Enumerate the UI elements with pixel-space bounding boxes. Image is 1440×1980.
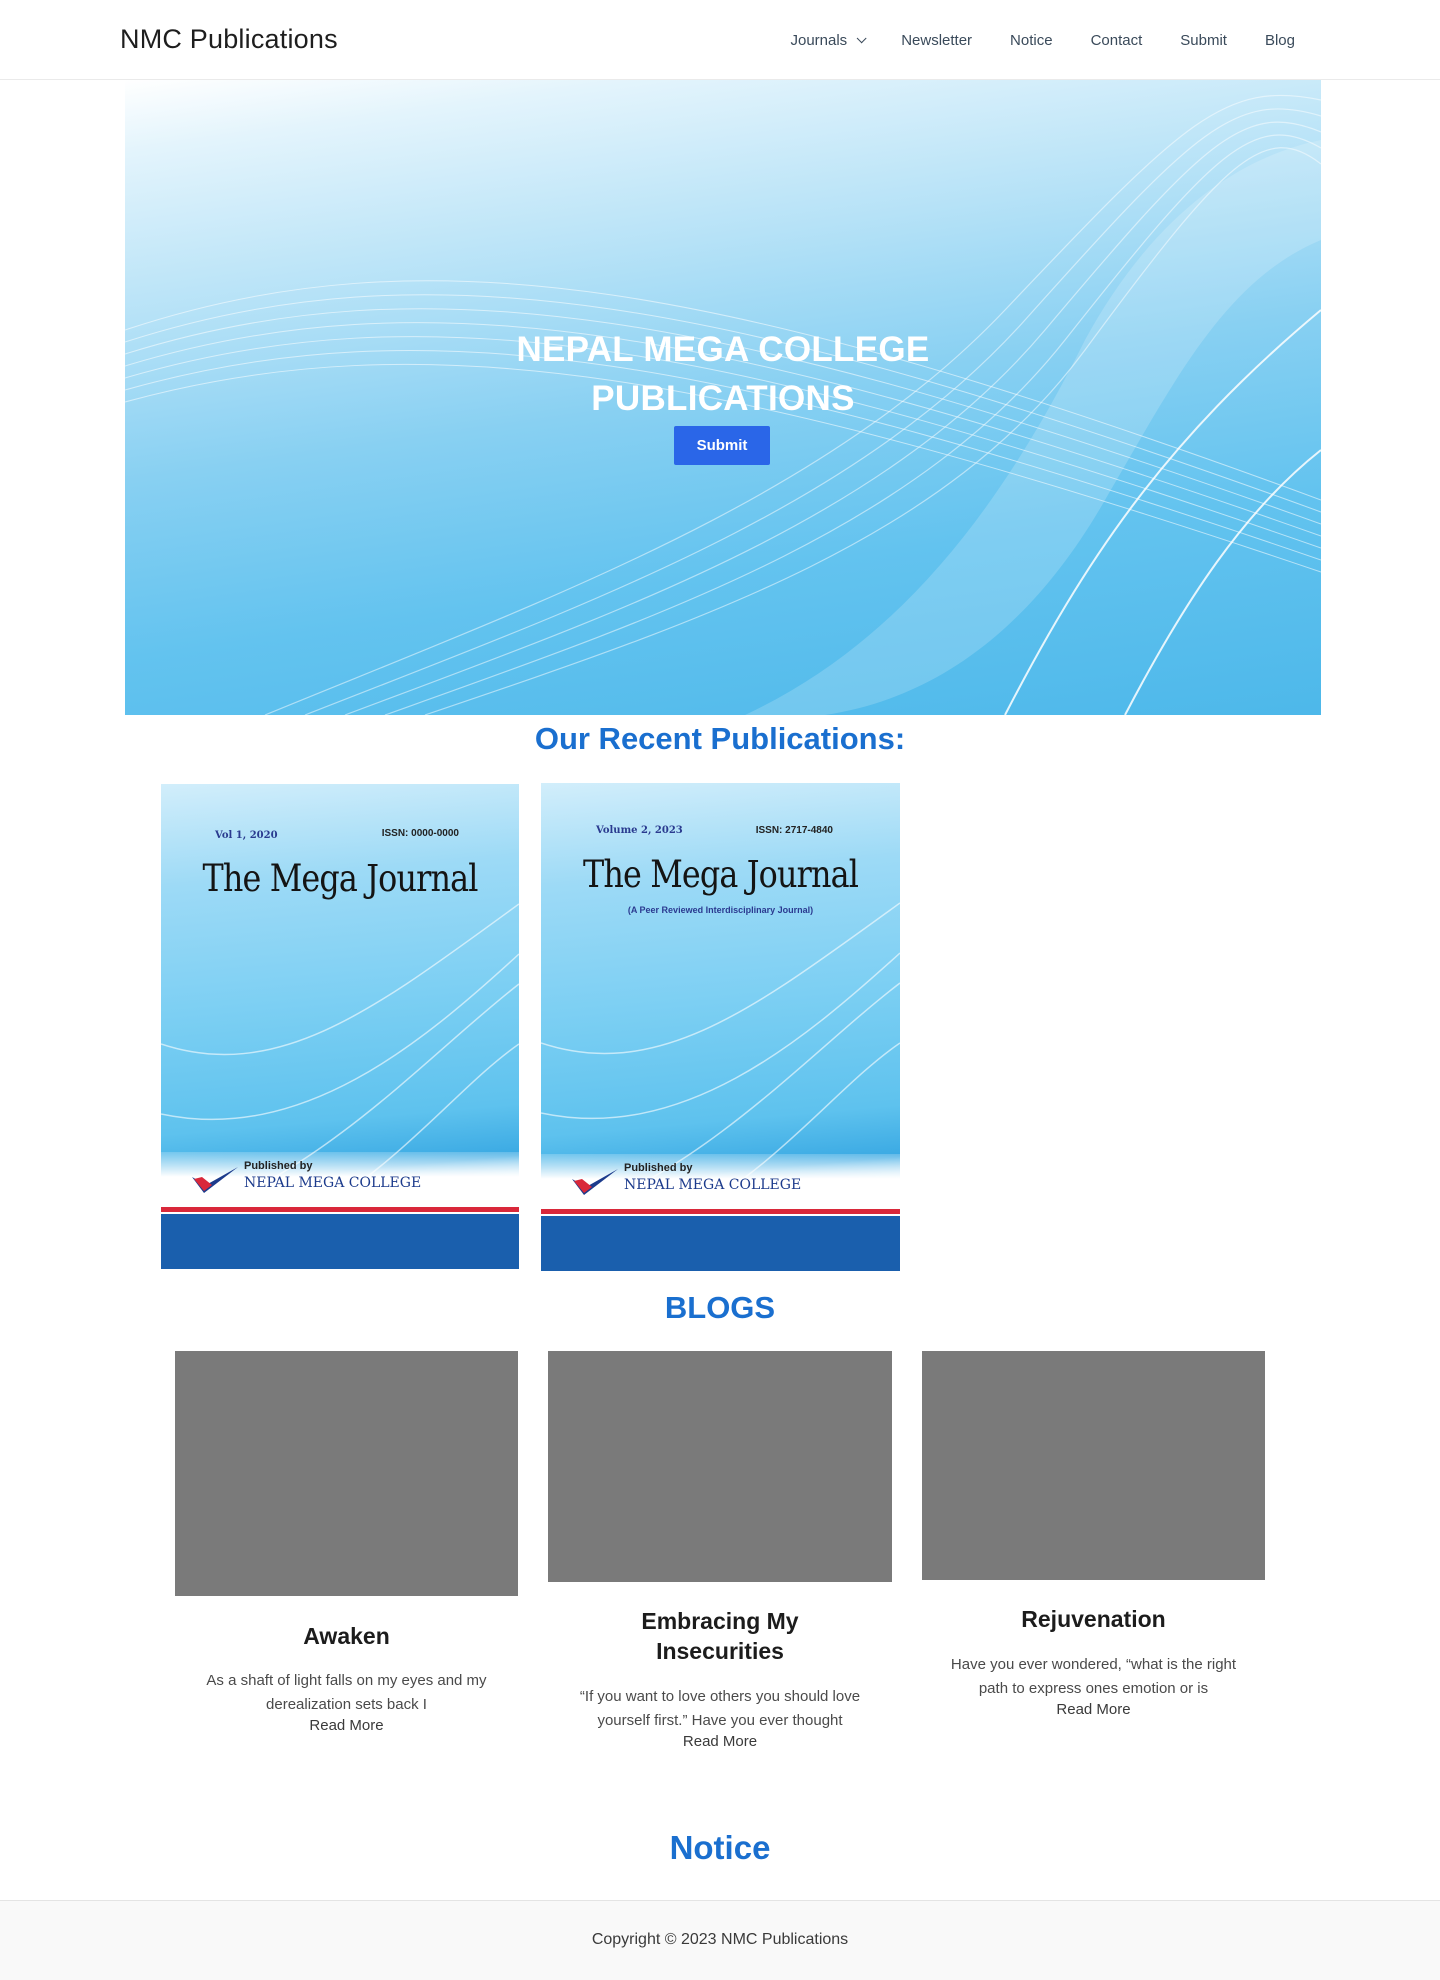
blog-excerpt-line: “If you want to love others you should l… [579, 1688, 861, 1705]
cover-red-stripe [541, 1209, 900, 1214]
blog-excerpt-line: path to express ones emotion or is [978, 1680, 1209, 1697]
cover-publisher: NEPAL MEGA COLLEGE [244, 1175, 422, 1191]
blog-excerpt-line: derealization sets back I [266, 1696, 427, 1713]
site-header: NMC Publications Journals Newsletter Not… [0, 0, 1440, 80]
chevron-down-icon[interactable] [856, 32, 867, 43]
cover-issn: ISSN: 0000-0000 [381, 828, 459, 839]
blog-excerpt-embracing: “If you want to love others you should l… [548, 1685, 892, 1733]
cover-volume: Vol 1, 2020 [215, 830, 278, 841]
blog-excerpt-line: As a shaft of light falls on my eyes and… [206, 1672, 487, 1689]
cover-issn: ISSN: 2717-4840 [755, 825, 833, 836]
site-brand[interactable]: NMC Publications [120, 24, 338, 55]
copyright-text: Copyright © 2023 NMC Publications [591, 1931, 849, 1948]
hero-title-line2: PUBLICATIONS [591, 379, 855, 418]
cover-red-stripe [161, 1207, 519, 1212]
cover-volume: Volume 2, 2023 [596, 825, 683, 836]
blog-excerpt-line: yourself first.” Have you ever thought [597, 1712, 843, 1729]
read-more-link-rejuvenation[interactable]: Read More [922, 1701, 1265, 1718]
blogs-heading: BLOGS [664, 1290, 776, 1325]
blog-image-rejuvenation[interactable] [922, 1351, 1265, 1580]
nav-item-contact[interactable]: Contact [1072, 0, 1162, 80]
blog-title-line: Insecurities [656, 1638, 784, 1664]
read-more-link-awaken[interactable]: Read More [175, 1717, 518, 1734]
nav-item-newsletter[interactable]: Newsletter [882, 0, 991, 80]
blog-excerpt-line: Have you ever wondered, “what is the rig… [950, 1656, 1237, 1673]
cover-journal-title: The Mega Journal [582, 853, 859, 896]
cover-journal-subtitle: (A Peer Reviewed Interdisciplinary Journ… [627, 905, 814, 915]
blog-title-embracing[interactable]: Embracing My Insecurities [548, 1606, 892, 1666]
hero-submit-button[interactable]: Submit [674, 426, 770, 465]
publications-heading: Our Recent Publications: [534, 721, 906, 756]
cover-journal-title: The Mega Journal [202, 857, 478, 900]
nav-item-notice[interactable]: Notice [991, 0, 1072, 80]
nmc-checkmark-logo-icon [192, 1167, 238, 1193]
nmc-checkmark-logo-icon [572, 1169, 618, 1195]
blog-image-embracing[interactable] [548, 1351, 892, 1582]
site-footer: Copyright © 2023 NMC Publications [0, 1900, 1440, 1980]
nav-item-journals[interactable]: Journals [771, 0, 882, 80]
nav-item-submit[interactable]: Submit [1161, 0, 1246, 80]
blog-excerpt-rejuvenation: Have you ever wondered, “what is the rig… [922, 1653, 1265, 1701]
nav-item-blog[interactable]: Blog [1246, 0, 1314, 80]
blog-excerpt-awaken: As a shaft of light falls on my eyes and… [175, 1669, 518, 1717]
blog-title-line: Embracing My [641, 1608, 799, 1634]
nav-item-label: Journals [790, 31, 848, 49]
hero-title-line1: NEPAL MEGA COLLEGE [516, 330, 930, 369]
notice-heading: Notice [669, 1829, 771, 1866]
main-nav: Journals Newsletter Notice Contact Submi… [771, 0, 1314, 80]
blog-title-awaken[interactable]: Awaken [175, 1621, 518, 1651]
cover-published-by: Published by [624, 1162, 693, 1174]
cover-blue-band [541, 1216, 900, 1271]
cover-published-by: Published by [244, 1160, 313, 1172]
cover-publisher: NEPAL MEGA COLLEGE [624, 1177, 802, 1193]
read-more-link-embracing[interactable]: Read More [548, 1733, 892, 1750]
blog-image-awaken[interactable] [175, 1351, 518, 1596]
journal-cover-vol2[interactable]: Volume 2, 2023 ISSN: 2717-4840 The Mega … [541, 783, 900, 1271]
hero-title: NEPAL MEGA COLLEGE PUBLICATIONS [125, 325, 1321, 423]
cover-blue-band [161, 1214, 519, 1269]
hero-banner: NEPAL MEGA COLLEGE PUBLICATIONS Submit [125, 80, 1321, 715]
journal-cover-vol1[interactable]: Vol 1, 2020 ISSN: 0000-0000 The Mega Jou… [161, 784, 519, 1269]
blog-title-rejuvenation[interactable]: Rejuvenation [922, 1604, 1265, 1634]
